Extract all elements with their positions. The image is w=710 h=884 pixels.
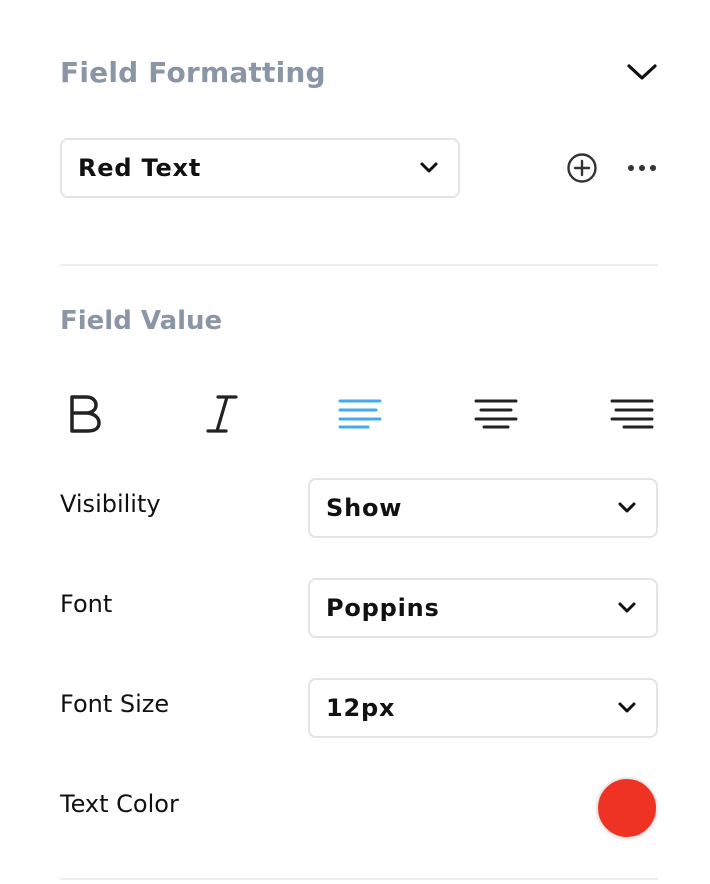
- visibility-select[interactable]: Show: [308, 478, 658, 538]
- add-format-button[interactable]: [562, 148, 602, 188]
- chevron-down-icon: [616, 597, 638, 619]
- format-select[interactable]: Red Text: [60, 138, 460, 198]
- text-color-label: Text Color: [60, 790, 179, 818]
- bold-icon: [70, 395, 101, 433]
- italic-icon: [206, 395, 238, 433]
- align-center-icon: [474, 399, 518, 429]
- text-color-swatch[interactable]: [596, 777, 658, 839]
- font-label: Font: [60, 590, 113, 618]
- format-select-value: Red Text: [78, 154, 202, 182]
- font-select[interactable]: Poppins: [308, 578, 658, 638]
- field-value-title: Field Value: [60, 306, 223, 336]
- chevron-down-icon: [418, 157, 440, 179]
- font-size-label: Font Size: [60, 690, 170, 718]
- collapse-button[interactable]: [618, 52, 658, 92]
- visibility-label: Visibility: [60, 490, 161, 518]
- chevron-down-icon: [627, 64, 657, 80]
- section-divider: [60, 264, 658, 266]
- field-formatting-title: Field Formatting: [60, 55, 326, 89]
- align-right-button[interactable]: [606, 388, 658, 440]
- chevron-down-icon: [616, 697, 638, 719]
- text-style-toolbar: [60, 388, 658, 440]
- visibility-select-value: Show: [326, 494, 403, 522]
- field-formatting-header: Field Formatting: [60, 50, 658, 94]
- section-divider: [60, 878, 658, 880]
- font-select-value: Poppins: [326, 594, 440, 622]
- font-size-select[interactable]: 12px: [308, 678, 658, 738]
- align-left-button[interactable]: [334, 388, 386, 440]
- italic-button[interactable]: [196, 388, 248, 440]
- align-left-icon: [338, 399, 382, 429]
- font-size-select-value: 12px: [326, 694, 396, 722]
- bold-button[interactable]: [60, 388, 112, 440]
- plus-circle-icon: [567, 153, 597, 183]
- align-center-button[interactable]: [470, 388, 522, 440]
- align-right-icon: [610, 399, 654, 429]
- field-formatting-panel: Field Formatting Red Text Field Value Vi…: [0, 0, 710, 884]
- chevron-down-icon: [616, 497, 638, 519]
- more-horizontal-icon: [628, 165, 656, 171]
- more-options-button[interactable]: [622, 148, 662, 188]
